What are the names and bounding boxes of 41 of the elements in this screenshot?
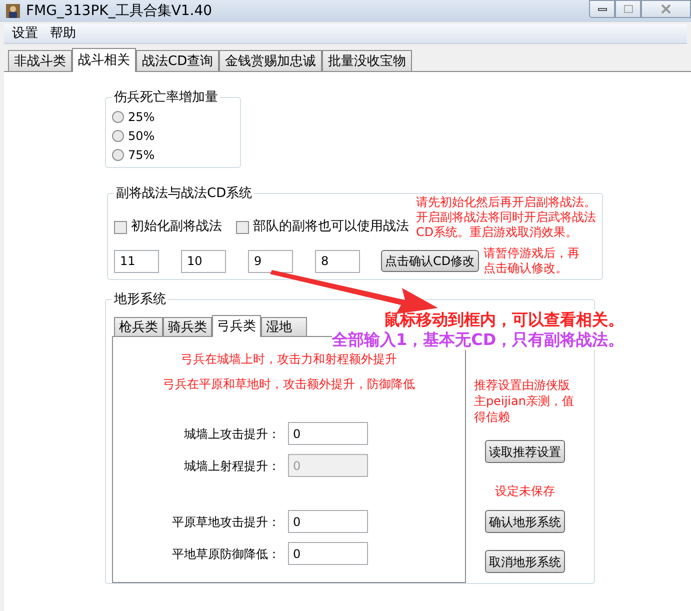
- radio-label: 25%: [128, 109, 155, 126]
- tab[interactable]: 枪兵类: [114, 317, 163, 336]
- tab[interactable]: 战法CD查询: [136, 50, 220, 71]
- confirm-terrain-button[interactable]: 确认地形系统: [485, 510, 565, 533]
- input-field[interactable]: 10: [181, 250, 226, 272]
- input-field[interactable]: 0: [288, 422, 368, 445]
- input-field[interactable]: 8: [315, 250, 360, 272]
- load-recommended-button[interactable]: 读取推荐设置: [485, 440, 565, 463]
- input-field[interactable]: 11: [114, 250, 159, 272]
- notice-text: 请先初始化然后再开启副将战法。开启副将战法将同时开启武将战法CD系统。重启游戏取消效果。: [416, 195, 596, 240]
- tab[interactable]: 金钱赏赐加忠诚: [219, 50, 322, 71]
- tab[interactable]: 湿地: [261, 317, 307, 336]
- radio-label: 75%: [128, 147, 155, 164]
- tab[interactable]: 非战斗类: [8, 50, 72, 71]
- field-label: 城墙上攻击提升：: [183, 426, 280, 442]
- tab[interactable]: 批量没收宝物: [322, 50, 412, 71]
- menu-item[interactable]: 帮助: [50, 24, 76, 44]
- group-title: 地形系统: [113, 290, 167, 308]
- menu-item[interactable]: 设置: [12, 24, 38, 44]
- tab[interactable]: 战斗相关: [72, 48, 136, 72]
- radio-label: 50%: [128, 128, 155, 145]
- checkbox-label: 初始化副将战法: [131, 218, 222, 236]
- tab[interactable]: 弓兵类: [212, 315, 261, 337]
- checkbox-label: 部队的副将也可以使用战法: [253, 218, 409, 236]
- cancel-terrain-button[interactable]: 取消地形系统: [485, 550, 565, 573]
- window-title: FMG_313PK_工具合集V1.40: [26, 2, 212, 20]
- field-label: 城墙上射程提升：: [183, 458, 280, 474]
- group-title: 副将战法与战法CD系统: [115, 184, 254, 202]
- status-text: 设定未保存: [495, 483, 555, 500]
- confirm-cd-button[interactable]: 点击确认CD修改: [381, 250, 479, 272]
- field-label: 平地草原防御降低：: [171, 546, 280, 562]
- input-field[interactable]: 0: [288, 542, 368, 565]
- input-field[interactable]: 9: [248, 250, 293, 272]
- recommend-note: 推荐设置由游侠版主peijian亲测，值得信赖: [474, 377, 575, 425]
- group-title: 伤兵死亡率增加量: [113, 89, 219, 107]
- description-text: 弓兵在城墙上时，攻击力和射程额外提升: [181, 351, 397, 368]
- input-field[interactable]: 0: [288, 510, 368, 533]
- tab[interactable]: 骑兵类: [163, 317, 212, 336]
- field-label: 平原草地攻击提升：: [171, 514, 280, 530]
- notice-text: 请暂停游戏后，再点击确认修改。: [484, 246, 581, 276]
- description-text: 弓兵在平原和草地时，攻击额外提升，防御降低: [163, 376, 415, 393]
